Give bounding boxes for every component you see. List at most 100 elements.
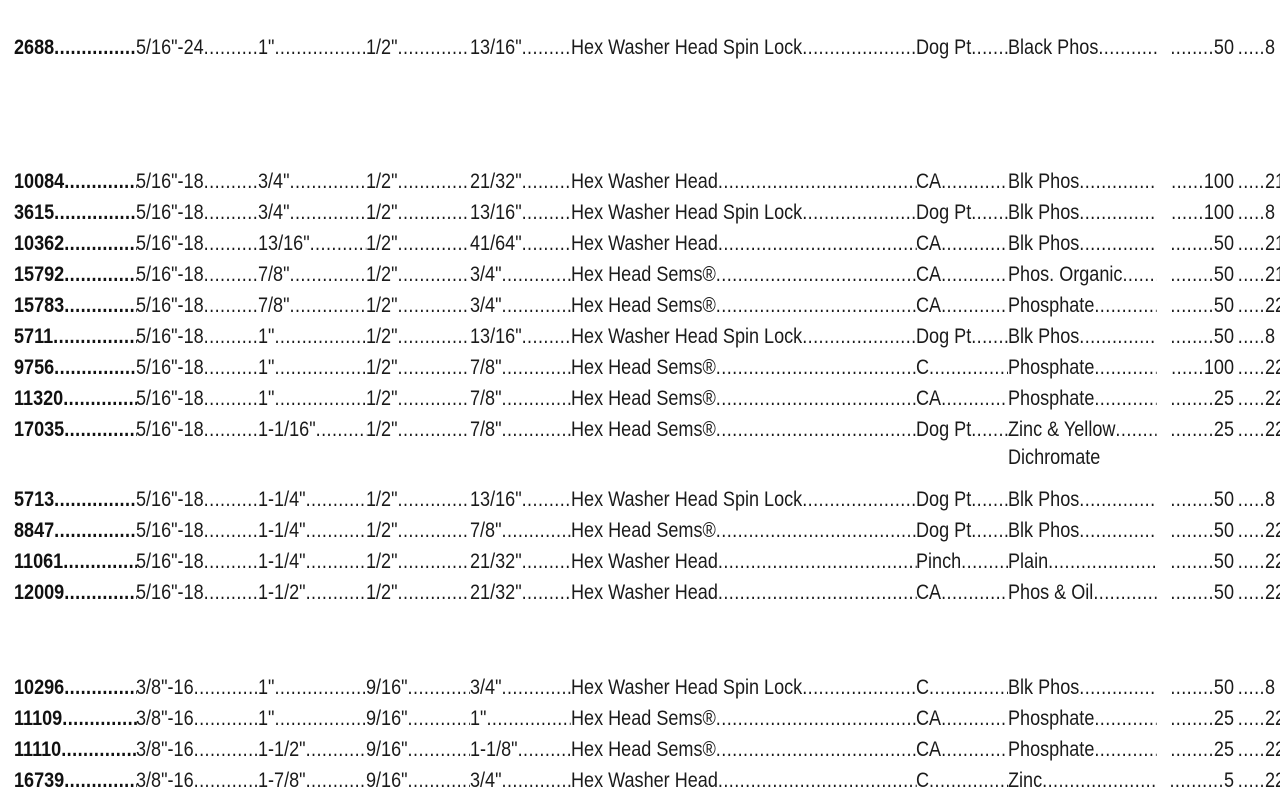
leader-dots: ..... (1237, 36, 1266, 59)
quantity-text: 25 (1213, 738, 1234, 761)
washer-diameter: 13/16" (470, 199, 571, 227)
page-number: .....22 (1237, 579, 1280, 607)
part-number: 8847 (14, 517, 137, 545)
finish: Blk Phos (1008, 323, 1180, 351)
point-type-text: Dog Pt (916, 325, 972, 348)
page-number-text: 8 (1265, 201, 1276, 224)
head-style-text: Hex Head Sems® (571, 356, 716, 379)
leader-dots: ........ (1170, 387, 1214, 410)
page-number-text: 21 (1265, 170, 1280, 193)
finish-text: Phosphate (1008, 738, 1095, 761)
part-number: 15783 (14, 292, 137, 320)
point-type: Dog Pt (916, 199, 1008, 227)
length-text: 1" (258, 356, 275, 379)
finish-text: Phosphate (1008, 294, 1095, 317)
thread-size: 3/8"-16 (136, 674, 258, 702)
washer-diameter: 21/32" (470, 548, 571, 576)
length-text: 1-1/16" (258, 418, 316, 441)
washer-diameter: 21/32" (470, 168, 571, 196)
leader-dots: .......... (1169, 769, 1224, 792)
hex-size-text: 9/16" (366, 769, 408, 792)
catalog-row: 8847 5/16"-18 1-1/4" 1/2" 7/8" Hex Head Sems®… (0, 517, 1280, 545)
washer-diameter-text: 3/4" (470, 294, 502, 317)
hex-size: 1/2" (366, 517, 470, 545)
head-style: Hex Washer Head Spin Lock (571, 323, 917, 351)
head-style-text: Hex Head Sems® (571, 263, 716, 286)
point-type-text: CA (916, 707, 942, 730)
finish: Zinc (1008, 767, 1180, 795)
head-style: Hex Washer Head (571, 579, 917, 607)
quantity: ........25 (1156, 736, 1234, 764)
hex-size: 1/2" (366, 292, 470, 320)
point-type: C (916, 767, 1008, 795)
leader-dots: ........ (1170, 418, 1214, 441)
finish-text: Blk Phos (1008, 170, 1080, 193)
washer-diameter: 13/16" (470, 486, 571, 514)
length-text: 7/8" (258, 294, 290, 317)
finish: Black Phos (1008, 34, 1180, 62)
thread-size-text: 5/16"-18 (136, 519, 204, 542)
head-style-text: Hex Head Sems® (571, 707, 716, 730)
part-number: 16739 (14, 767, 137, 795)
quantity-text: 50 (1213, 519, 1234, 542)
finish-text: Blk Phos (1008, 201, 1080, 224)
point-type-text: C (916, 676, 930, 699)
length: 3/4" (258, 199, 366, 227)
point-type-text: CA (916, 170, 942, 193)
quantity-text: 100 (1203, 201, 1234, 224)
thread-size: 5/16"-18 (136, 230, 258, 258)
leader-dots: ..... (1237, 581, 1266, 604)
leader-dots: ..... (1237, 325, 1266, 348)
hex-size: 1/2" (366, 416, 470, 444)
washer-diameter-text: 7/8" (470, 387, 502, 410)
washer-diameter: 13/16" (470, 34, 571, 62)
head-style: Hex Head Sems® (571, 517, 917, 545)
hex-size: 9/16" (366, 767, 470, 795)
part-number-text: 9756 (14, 356, 55, 379)
head-style-text: Hex Head Sems® (571, 519, 716, 542)
page-number-text: 8 (1265, 488, 1276, 511)
page-number-text: 22 (1265, 418, 1280, 441)
catalog-row: 2688 5/16"-24 1" 1/2" 13/16" Hex Washer Head … (0, 34, 1280, 62)
hex-size: 1/2" (366, 261, 470, 289)
length: 7/8" (258, 261, 366, 289)
thread-size: 5/16"-18 (136, 354, 258, 382)
part-number-text: 11109 (14, 707, 63, 730)
leader-dots: ..... (1237, 707, 1266, 730)
point-type: C (916, 354, 1008, 382)
head-style: Hex Head Sems® (571, 705, 917, 733)
leader-dots: ...... (1171, 170, 1204, 193)
hex-size: 1/2" (366, 579, 470, 607)
head-style-text: Hex Washer Head (571, 769, 718, 792)
length: 1" (258, 34, 366, 62)
washer-diameter-text: 7/8" (470, 519, 502, 542)
catalog-row: 11320 5/16"-18 1" 1/2" 7/8" Hex Head Sems® CA P… (0, 385, 1280, 413)
length-text: 1" (258, 325, 275, 348)
leader-dots: ........ (1170, 36, 1214, 59)
washer-diameter-text: 7/8" (470, 356, 502, 379)
thread-size: 3/8"-16 (136, 767, 258, 795)
length: 1" (258, 323, 366, 351)
finish-text: Zinc (1008, 769, 1043, 792)
point-type: CA (916, 261, 1008, 289)
page-number: .....22 (1238, 548, 1280, 576)
quantity-text: 100 (1203, 356, 1234, 379)
head-style: Hex Washer Head Spin Lock (571, 674, 917, 702)
length: 1-1/2" (258, 736, 366, 764)
page-number: .....8 (1238, 199, 1275, 227)
hex-size-text: 1/2" (366, 170, 398, 193)
hex-size: 9/16" (366, 705, 470, 733)
catalog-row: 5713 5/16"-18 1-1/4" 1/2" 13/16" Hex Washer H… (0, 486, 1280, 514)
thread-size-text: 5/16"-18 (136, 550, 204, 573)
point-type: CA (916, 230, 1008, 258)
head-style: Hex Washer Head (571, 230, 917, 258)
part-number-text: 10084 (14, 170, 65, 193)
finish: Phosphate (1008, 736, 1180, 764)
hex-size: 1/2" (366, 354, 470, 382)
head-style-text: Hex Washer Head (571, 581, 718, 604)
page-number-text: 22 (1265, 356, 1280, 379)
leader-dots: ..... (1237, 294, 1266, 317)
finish-text: Phosphate (1008, 356, 1095, 379)
finish-text: Zinc & Yellow (1008, 418, 1116, 441)
washer-diameter: 21/32" (470, 579, 571, 607)
